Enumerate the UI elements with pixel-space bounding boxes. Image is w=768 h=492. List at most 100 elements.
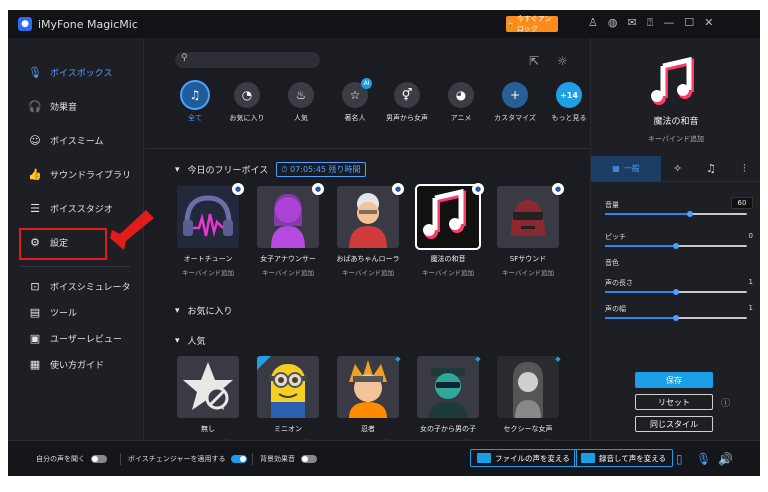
- slider-knob[interactable]: [673, 315, 680, 321]
- unlock-button[interactable]: 🔓 今すぐアンロック: [506, 15, 558, 33]
- sidebar-item-voice-simulator[interactable]: ⊡ ボイスシミュレータ: [28, 280, 130, 293]
- bg-effect-toggle[interactable]: 背景効果音: [260, 454, 317, 464]
- settings-face-icon[interactable]: ☼: [557, 54, 568, 68]
- voice-card-announcer[interactable]: ● 女子アナウンサー キーバインド追加: [255, 183, 324, 277]
- voice-name: セクシーな女声: [503, 425, 553, 433]
- slider-knob[interactable]: [673, 243, 680, 249]
- toggle-switch[interactable]: [231, 455, 248, 463]
- volume-slider[interactable]: [605, 211, 747, 217]
- pitch-slider[interactable]: [605, 243, 747, 249]
- sidebar-item-guide[interactable]: ▦ 使い方ガイド: [28, 358, 104, 371]
- equalizer-tab-icon[interactable]: ⫶: [728, 162, 760, 176]
- anime-icon: ◕: [448, 82, 474, 108]
- voice-width-slider[interactable]: [605, 315, 747, 321]
- sidebar-item-label: 使い方ガイド: [50, 361, 105, 371]
- phone-icon[interactable]: ▯: [676, 452, 683, 466]
- category-celebrity[interactable]: ☆ AI 著名人: [329, 78, 381, 123]
- voice-card-ninja[interactable]: ◆ 忍者 キーバインド追加: [335, 355, 401, 447]
- voice-card-girl-to-boy[interactable]: ◆ 女の子から男の子 キーバインド追加: [415, 355, 481, 447]
- tab-general[interactable]: ▦ 一般: [591, 155, 661, 182]
- unlock-label: 今すぐアンロック: [516, 15, 552, 33]
- voice-length-param: 声の長さ 1: [605, 278, 753, 295]
- category-label: カスタマイズ: [494, 114, 536, 122]
- reset-button[interactable]: リセット: [635, 394, 713, 410]
- category-label: 男声から女声: [386, 114, 428, 122]
- slider-fill: [605, 317, 676, 319]
- sidebar-item-voice-studio[interactable]: ☰ ボイススタジオ: [28, 202, 113, 215]
- minimize-icon[interactable]: —: [663, 16, 674, 30]
- sidebar-item-voice-meme[interactable]: ☺ ボイスミーム: [28, 134, 103, 147]
- info-icon[interactable]: ⓘ: [721, 396, 730, 409]
- voice-card-grandma[interactable]: ● おばあちゃんローラ キーバインド追加: [335, 183, 404, 277]
- user-icon[interactable]: ♙: [588, 16, 598, 30]
- save-button[interactable]: 保存: [635, 372, 713, 388]
- chevron-down-icon: ▾: [175, 335, 180, 346]
- microphone-icon[interactable]: 🎙: [696, 452, 711, 466]
- favorites-header[interactable]: ▾ お気に入り: [175, 304, 233, 318]
- voice-card-none[interactable]: 無し キーバインド追加: [175, 356, 241, 447]
- preset-keybind[interactable]: キーバインド追加: [591, 134, 760, 144]
- category-more[interactable]: +14 もっと見る: [543, 82, 595, 123]
- mail-icon[interactable]: ✉: [627, 16, 636, 30]
- help-icon[interactable]: ⍰: [647, 16, 654, 30]
- category-customize[interactable]: + カスタマイズ: [489, 82, 541, 123]
- popular-header[interactable]: ▾ 人気: [175, 334, 206, 348]
- discord-icon[interactable]: ◍: [608, 16, 618, 30]
- voice-card-autotune[interactable]: ● オートチューン キーバインド追加: [175, 183, 244, 277]
- sidebar-item-voicebox[interactable]: 🎙 ボイスボックス: [28, 66, 112, 79]
- voice-keybind[interactable]: キーバインド追加: [335, 267, 401, 277]
- apply-changer-toggle[interactable]: ボイスチェンジャーを適用する: [128, 454, 248, 464]
- sidebar-item-label: 効果音: [50, 103, 78, 113]
- sidebar-item-label: ツール: [50, 309, 78, 319]
- hear-self-toggle[interactable]: 自分の声を聞く: [36, 454, 107, 464]
- speaker-icon[interactable]: 🔊: [718, 452, 733, 466]
- chevron-down-icon: ▾: [175, 164, 180, 175]
- voice-name: ミニオン: [274, 425, 302, 433]
- toggle-switch[interactable]: [91, 455, 107, 463]
- voice-card-magic-chord[interactable]: ● 魔法の和音 キーバインド追加: [415, 183, 484, 277]
- sound-badge-icon: ●: [392, 183, 404, 195]
- title-bar: ● iMyFone MagicMic 🔓 今すぐアンロック ♙ ◍ ✉ ⍰ — …: [8, 10, 760, 38]
- slider-knob[interactable]: [673, 289, 680, 295]
- category-label: アニメ: [450, 114, 472, 122]
- sidebar-item-tools[interactable]: ▤ ツール: [28, 306, 77, 319]
- record-voice-change-button[interactable]: 録音して声を変える: [574, 449, 674, 467]
- param-value: 1: [748, 278, 753, 286]
- file-voice-change-button[interactable]: ファイルの声を変える: [470, 449, 577, 467]
- sidebar-item-sound-library[interactable]: 👍 サウンドライブラリ: [28, 168, 131, 181]
- voice-length-slider[interactable]: [605, 289, 747, 295]
- category-popular[interactable]: ♨ 人気: [275, 82, 327, 123]
- same-style-button[interactable]: 同じスタイル: [635, 416, 713, 432]
- voice-card-sexy-female[interactable]: ◆ セクシーな女声 キーバインド追加: [495, 355, 561, 447]
- search-input[interactable]: ⚲: [175, 52, 320, 68]
- popular-title: 人気: [187, 337, 206, 347]
- magic-chord-thumbnail: [415, 184, 481, 250]
- music-tab-icon[interactable]: ♫: [694, 162, 727, 175]
- slider-knob[interactable]: [687, 211, 694, 217]
- effects-tab-icon[interactable]: ✧: [661, 162, 694, 175]
- sound-badge-icon: ●: [552, 183, 564, 195]
- settings-highlight-box: [19, 228, 107, 260]
- close-icon[interactable]: ✕: [704, 16, 713, 30]
- voice-keybind[interactable]: キーバインド追加: [255, 267, 321, 277]
- lock-icon: 🔓: [506, 20, 515, 28]
- grid-icon: ▦: [612, 164, 620, 173]
- voice-keybind[interactable]: キーバインド追加: [175, 267, 241, 277]
- param-value[interactable]: 60: [731, 197, 753, 209]
- sidebar-item-user-review[interactable]: ▣ ユーザーレビュー: [28, 332, 122, 345]
- export-icon[interactable]: ⇱: [529, 54, 539, 68]
- voice-card-minion[interactable]: ミニオン キーバインド追加: [255, 356, 321, 447]
- free-voice-header[interactable]: ▾ 今日のフリーボイス ⏱ 07:05:45 残り時間: [175, 162, 366, 177]
- toggle-switch[interactable]: [301, 455, 317, 463]
- voice-card-sf-sound[interactable]: ● SFサウンド キーバインド追加: [495, 183, 564, 277]
- category-all[interactable]: ♫ 全て: [169, 82, 221, 123]
- voice-keybind[interactable]: キーバインド追加: [495, 267, 561, 277]
- tab-label: 一般: [623, 164, 640, 173]
- maximize-icon[interactable]: ☐: [684, 16, 694, 30]
- category-favorites[interactable]: ◔ お気に入り: [221, 82, 273, 123]
- category-anime[interactable]: ◕ アニメ: [435, 82, 487, 123]
- voice-keybind[interactable]: キーバインド追加: [415, 267, 481, 277]
- sound-badge-icon: ●: [472, 183, 484, 195]
- category-male-to-female[interactable]: ⚥ 男声から女声: [381, 82, 433, 123]
- sidebar-item-sound-effects[interactable]: 🎧 効果音: [28, 100, 77, 113]
